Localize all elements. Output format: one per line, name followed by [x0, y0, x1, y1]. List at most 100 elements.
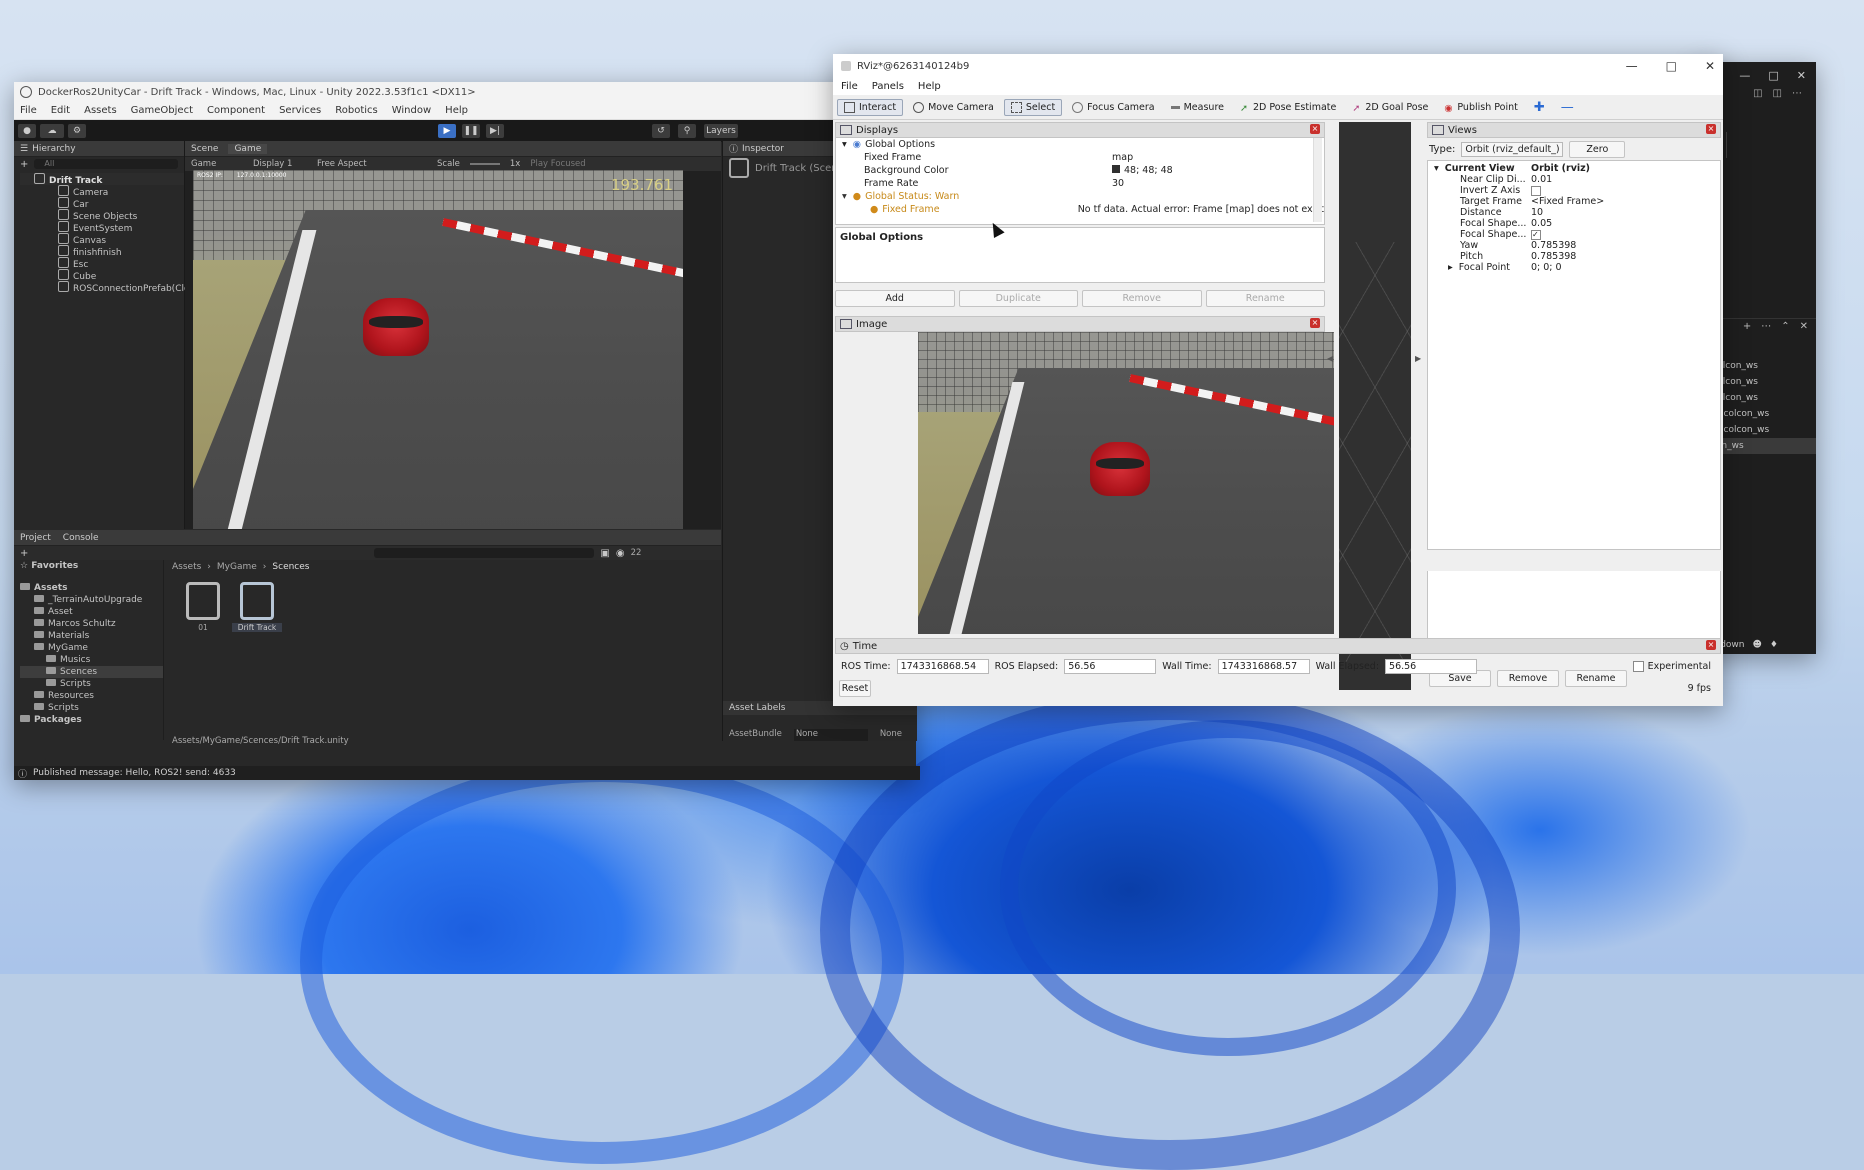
- aspect-dropdown[interactable]: Free Aspect: [317, 159, 427, 169]
- project-folder[interactable]: Marcos Schultz: [20, 618, 163, 630]
- game-mode-dropdown[interactable]: Game: [191, 159, 243, 169]
- minimize-icon[interactable]: —: [1626, 59, 1638, 73]
- display-row-global-options[interactable]: ▾ ◉ Global Options: [836, 138, 1324, 151]
- game-viewport[interactable]: ROS2 IP: 127.0.0.1:10000 193.761: [193, 170, 683, 529]
- tool-select[interactable]: Select: [1003, 98, 1063, 116]
- property-value[interactable]: 30: [1106, 178, 1124, 189]
- view-property-row[interactable]: Focal Shape... ✓: [1428, 229, 1720, 240]
- maximize-icon[interactable]: □: [1666, 59, 1677, 73]
- favorites-section[interactable]: ☆ Favorites: [20, 560, 163, 572]
- menu-services[interactable]: Services: [279, 105, 321, 116]
- project-folder[interactable]: Materials: [20, 630, 163, 642]
- display-row-fixed-frame-status[interactable]: ● Fixed Frame No tf data. Actual error: Fr…: [836, 203, 1324, 216]
- property-value[interactable]: <Fixed Frame>: [1531, 196, 1604, 207]
- play-button[interactable]: ▶: [438, 124, 456, 138]
- add-display-button[interactable]: Add: [835, 290, 955, 307]
- hierarchy-item[interactable]: Scene Objects: [20, 209, 184, 222]
- ros-elapsed-field[interactable]: 56.56: [1064, 658, 1157, 674]
- view-property-row[interactable]: Pitch 0.785398: [1428, 251, 1720, 262]
- filter-icon[interactable]: ▣: [600, 548, 609, 559]
- tool-publish-point[interactable]: ◉ Publish Point: [1438, 100, 1523, 115]
- scale-slider[interactable]: [469, 163, 500, 165]
- more-icon[interactable]: ⋯: [1792, 88, 1802, 106]
- hierarchy-item[interactable]: ROSConnectionPrefab(Clone): [20, 281, 204, 294]
- close-panel-icon[interactable]: ×: [1310, 318, 1320, 328]
- view-property-row[interactable]: Target Frame <Fixed Frame>: [1428, 196, 1720, 207]
- close-panel-icon[interactable]: ×: [1310, 124, 1320, 134]
- close-icon[interactable]: ✕: [1800, 321, 1808, 332]
- packages-root[interactable]: Packages: [20, 714, 163, 726]
- add-terminal-icon[interactable]: +: [1743, 321, 1751, 332]
- view-property-row[interactable]: Distance 10: [1428, 207, 1720, 218]
- asset-file-selected[interactable]: Drift Track: [232, 582, 282, 632]
- tool-interact[interactable]: Interact: [837, 98, 904, 116]
- hierarchy-item[interactable]: Car: [20, 197, 184, 210]
- pause-button[interactable]: ❚❚: [462, 124, 480, 138]
- remove-display-button[interactable]: Remove: [1082, 290, 1202, 307]
- close-icon[interactable]: ✕: [1797, 69, 1806, 82]
- tool-focus-camera[interactable]: Focus Camera: [1066, 100, 1160, 115]
- close-icon[interactable]: ✕: [1705, 59, 1715, 73]
- display-row-background-color[interactable]: Background Color 48; 48; 48: [836, 164, 1324, 177]
- view-property-row[interactable]: Near Clip Di... 0.01: [1428, 174, 1720, 185]
- more-icon[interactable]: ⋯: [1761, 321, 1771, 332]
- ros-time-field[interactable]: 1743316868.54: [896, 658, 989, 674]
- play-focused-dropdown[interactable]: Play Focused: [530, 159, 585, 169]
- split-icon[interactable]: ◫: [1753, 88, 1762, 106]
- tab-game[interactable]: Game: [228, 143, 268, 154]
- menu-help[interactable]: Help: [445, 105, 468, 116]
- rviz-window[interactable]: RViz*@6263140124b9 — □ ✕ File Panels Hel…: [833, 54, 1723, 706]
- minimize-icon[interactable]: —: [1739, 69, 1750, 82]
- invert-z-checkbox[interactable]: [1531, 185, 1541, 196]
- property-value[interactable]: 10: [1531, 207, 1543, 218]
- zero-button[interactable]: Zero: [1569, 140, 1626, 158]
- hierarchy-search-input[interactable]: All: [34, 159, 178, 169]
- rename-display-button[interactable]: Rename: [1205, 290, 1325, 307]
- view-property-row[interactable]: Invert Z Axis: [1428, 185, 1720, 196]
- remove-tool-icon[interactable]: —: [1555, 98, 1580, 117]
- assets-root[interactable]: Assets: [20, 582, 163, 594]
- hierarchy-item[interactable]: Camera: [20, 185, 184, 198]
- unity-editor-window[interactable]: DockerRos2UnityCar - Drift Track - Windo…: [14, 82, 920, 780]
- project-search-input[interactable]: [374, 548, 595, 558]
- focal-shape-checkbox[interactable]: ✓: [1531, 229, 1541, 240]
- color-swatch[interactable]: [1112, 165, 1120, 173]
- collapse-left-icon[interactable]: ◀: [1327, 354, 1337, 374]
- current-view-row[interactable]: ▾ Current View Orbit (rviz): [1428, 163, 1720, 174]
- project-folder[interactable]: Asset: [20, 606, 163, 618]
- visibility-icon[interactable]: ◉: [616, 548, 625, 559]
- view-type-dropdown[interactable]: Orbit (rviz_default_): [1461, 141, 1564, 157]
- asset-bundle-variant-dropdown[interactable]: None: [880, 729, 902, 741]
- menu-robotics[interactable]: Robotics: [335, 105, 378, 116]
- undo-history-icon[interactable]: ↺: [652, 124, 670, 138]
- scene-root[interactable]: Drift Track: [20, 173, 184, 186]
- breadcrumb-item[interactable]: Assets: [172, 562, 201, 572]
- hierarchy-tab[interactable]: ☰ Hierarchy: [14, 141, 184, 157]
- displays-scrollbar[interactable]: [1313, 138, 1322, 222]
- experimental-option[interactable]: Experimental: [1632, 660, 1711, 672]
- cloud-icon[interactable]: ☁: [40, 124, 64, 138]
- tool-2d-pose-estimate[interactable]: ➚ 2D Pose Estimate: [1234, 100, 1342, 115]
- hierarchy-item[interactable]: Esc: [20, 257, 184, 270]
- layers-dropdown[interactable]: Layers: [704, 124, 738, 138]
- display-dropdown[interactable]: Display 1: [253, 159, 307, 169]
- add-icon[interactable]: +: [20, 159, 28, 170]
- expand-icon[interactable]: ▸: [1448, 262, 1453, 273]
- status-message[interactable]: Published message: Hello, ROS2! send: 46…: [33, 768, 236, 778]
- close-panel-icon[interactable]: ×: [1706, 640, 1716, 650]
- menu-help[interactable]: Help: [918, 81, 941, 92]
- display-row-frame-rate[interactable]: Frame Rate 30: [836, 177, 1324, 190]
- project-folder[interactable]: Musics: [20, 654, 163, 666]
- tool-2d-goal-pose[interactable]: ➚ 2D Goal Pose: [1346, 100, 1434, 115]
- breadcrumb-item[interactable]: Scences: [272, 562, 309, 572]
- property-value[interactable]: 0.01: [1531, 174, 1552, 185]
- menu-panels[interactable]: Panels: [872, 81, 904, 92]
- menu-component[interactable]: Component: [207, 105, 265, 116]
- tab-project[interactable]: Project: [20, 533, 51, 543]
- maximize-icon[interactable]: □: [1768, 69, 1778, 82]
- add-tool-icon[interactable]: ✚: [1528, 98, 1551, 117]
- property-value[interactable]: 0.785398: [1531, 251, 1576, 262]
- asset-bundle-dropdown[interactable]: None: [793, 729, 868, 741]
- asset-file[interactable]: 01: [180, 582, 226, 632]
- menu-edit[interactable]: Edit: [51, 105, 70, 116]
